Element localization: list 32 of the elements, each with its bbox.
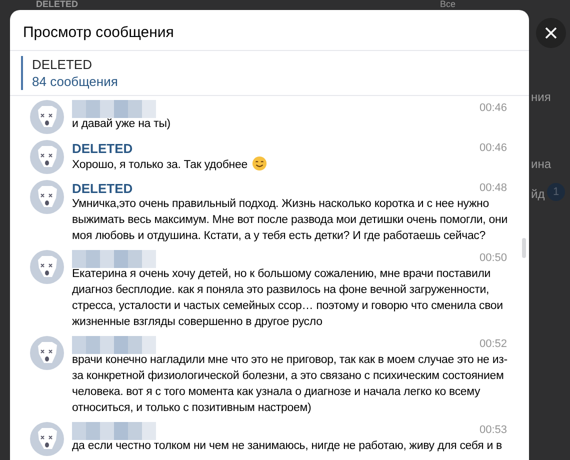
message-time: 00:50 bbox=[479, 251, 507, 266]
background-text: ина bbox=[531, 156, 552, 173]
avatar-icon bbox=[30, 336, 64, 370]
background-name: DELETED bbox=[36, 0, 78, 9]
close-button[interactable] bbox=[536, 18, 566, 48]
message-text: да если честно толком ни чем не занимаюсь, нигде не работаю, живу для себя и в bbox=[72, 439, 504, 454]
message-time: 00:48 bbox=[479, 181, 507, 196]
avatar-icon bbox=[30, 100, 64, 134]
background-text: йд bbox=[531, 186, 545, 203]
avatar-icon bbox=[30, 180, 64, 214]
avatar-icon bbox=[30, 250, 64, 284]
chat-name: DELETED bbox=[32, 56, 93, 73]
message-count[interactable]: 84 сообщения bbox=[32, 73, 518, 90]
message-text: Умничка,это очень правильный подход. Жизнь насколько коротка и с нее нужно выжимать весь максимум. Мне вот после развода мои детишки очень помогли, они моя любовь и отдушина. Кстати, а у тебя есть детки? И где работаешь сейчас? bbox=[72, 197, 508, 244]
author-name[interactable]: DELETED bbox=[72, 140, 133, 157]
message-text: и давай уже на ты) bbox=[72, 117, 172, 132]
message-time: 00:53 bbox=[479, 423, 507, 438]
author-name[interactable]: DELETED bbox=[72, 180, 133, 197]
message-text: врачи конечно нагладили мне что это не приговор, так как в моем случае это не из-за конкретной физиологической болезни, а это связано с психическим состоянием человека. вот я с того момента как узнала о диагнозе и начала легко ко всему относиться, и только с позитивным настроем) bbox=[72, 353, 508, 416]
background-filter: Все bbox=[440, 0, 456, 9]
message-time: 00:46 bbox=[479, 141, 507, 156]
message-time: 00:46 bbox=[479, 101, 507, 116]
avatar-icon bbox=[30, 140, 64, 174]
unread-badge: 1 bbox=[547, 183, 565, 201]
message-text: Хорошо, я только за. Так удобнее bbox=[72, 156, 515, 173]
background-text: ния bbox=[531, 89, 551, 106]
scrollbar-thumb[interactable] bbox=[522, 238, 526, 258]
message-time: 00:52 bbox=[479, 337, 507, 352]
avatar-icon bbox=[30, 422, 64, 456]
close-icon bbox=[545, 27, 557, 39]
message-text: Екатерина я очень хочу детей, но к большому сожалению, мне врачи поставили диагноз бесплодие. как я поняла это развилось на фоне вечной загруженности, стресса, усталости и частых семейных ссор… поэтому и говорю что сменила свои жизненные взгляды совершенно в другое русло bbox=[72, 267, 504, 330]
dialog-title: Просмотр сообщения bbox=[23, 24, 174, 41]
